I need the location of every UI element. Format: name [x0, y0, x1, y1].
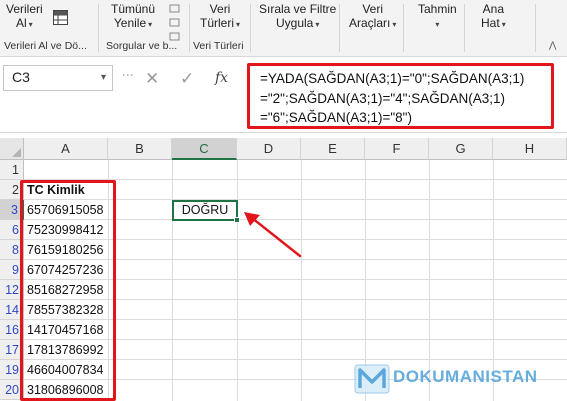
row-header[interactable]: 19: [0, 360, 24, 380]
formula-line: =YADA(SAĞDAN(A3;1)="0";SAĞDAN(A3;1): [260, 71, 525, 86]
collapse-ribbon-icon[interactable]: ⋀: [549, 40, 556, 51]
table-cell[interactable]: 31806896008: [27, 380, 107, 400]
row-header[interactable]: 2: [0, 180, 24, 200]
ribbon-group-forecast: Tahmin ▾: [404, 0, 464, 57]
row-header[interactable]: 16: [0, 320, 24, 340]
row-header[interactable]: 20: [0, 380, 24, 400]
cell-a2-header[interactable]: TC Kimlik: [27, 180, 107, 200]
ribbon-group-data-types: Veri Türleri ▾ Veri Türleri: [190, 0, 250, 57]
forecast-button[interactable]: Tahmin ▾: [418, 2, 457, 30]
chevron-down-icon: ▾: [28, 20, 33, 29]
formula-line: ="6";SAĞDAN(A3;1)="8"): [260, 110, 412, 125]
sort-filter-label: Sırala ve Filtre: [259, 2, 337, 16]
get-data-button[interactable]: Verileri Al ▾: [6, 2, 43, 30]
table-cell[interactable]: 85168272958: [27, 280, 107, 300]
column-header-c[interactable]: C: [172, 138, 237, 160]
refresh-all-sub: Yenile: [113, 16, 147, 30]
table-cell[interactable]: 46604007834: [27, 360, 107, 380]
row-header[interactable]: 6: [0, 220, 24, 240]
ribbon-separator: [535, 4, 536, 52]
data-types-button[interactable]: Veri Türleri ▾: [200, 2, 240, 30]
column-header-b[interactable]: B: [108, 138, 172, 160]
ribbon-group-queries: Tümünü Yenile ▾ Sorgular ve b...: [99, 0, 189, 57]
ribbon-group-outline: Ana Hat ▾: [465, 0, 535, 57]
annotation-arrow-icon: [244, 212, 302, 258]
gridline: [301, 160, 302, 401]
query-small-icons: [169, 4, 180, 41]
cell-a3[interactable]: 65706915058: [27, 200, 107, 220]
name-box-value: C3: [12, 69, 30, 85]
formula-bar: C3 ▾ ⋮ ✕ ✓ fx =YADA(SAĞDAN(A3;1)="0";SAĞ…: [0, 57, 567, 133]
row-header[interactable]: 3: [0, 200, 24, 220]
data-tools-sub: Araçları: [349, 16, 391, 30]
table-cell[interactable]: 14170457168: [27, 320, 107, 340]
drag-handle-icon[interactable]: ⋮: [121, 69, 135, 80]
refresh-all-label: Tümünü: [111, 2, 156, 16]
formula-line: ="2";SAĞDAN(A3;1)="4";SAĞDAN(A3;1): [260, 90, 506, 106]
refresh-all-button[interactable]: Tümünü Yenile ▾: [111, 2, 155, 30]
column-header-e[interactable]: E: [301, 138, 365, 160]
group-title-data-types: Veri Türleri: [193, 40, 244, 52]
data-tools-button[interactable]: Veri Araçları ▾: [349, 2, 396, 30]
row-header[interactable]: 8: [0, 240, 24, 260]
outline-button[interactable]: Ana Hat ▾: [481, 2, 506, 30]
enter-icon[interactable]: ✓: [180, 69, 194, 89]
column-header-d[interactable]: D: [237, 138, 301, 160]
cancel-icon[interactable]: ✕: [145, 69, 159, 89]
get-data-sub: Al: [16, 16, 27, 30]
watermark-logo: DOKUMANISTAN: [352, 361, 566, 397]
table-cell[interactable]: 76159180256: [27, 240, 107, 260]
group-title-get-data: Verileri Al ve Dö...: [4, 40, 87, 52]
name-box[interactable]: C3 ▾: [3, 65, 113, 91]
table-icon[interactable]: [53, 10, 68, 25]
gridline: [108, 160, 109, 401]
chevron-down-icon: ▾: [501, 20, 506, 29]
active-cell-c3[interactable]: DOĞRU: [172, 200, 238, 221]
column-header-h[interactable]: H: [493, 138, 567, 160]
row-header[interactable]: 14: [0, 300, 24, 320]
table-cell[interactable]: 17813786992: [27, 340, 107, 360]
row-header[interactable]: 12: [0, 280, 24, 300]
group-title-queries: Sorgular ve b...: [106, 40, 178, 52]
data-types-label: Veri: [209, 2, 231, 16]
table-cell[interactable]: 78557382328: [27, 300, 107, 320]
chevron-down-icon: ▾: [148, 20, 153, 29]
chevron-down-icon: ▾: [236, 20, 241, 29]
table-cell[interactable]: 75230998412: [27, 220, 107, 240]
get-data-label: Verileri: [6, 2, 43, 16]
dokumanistan-logo-icon: [354, 364, 390, 394]
insert-function-icon[interactable]: fx: [215, 70, 228, 86]
cell-a1[interactable]: [27, 160, 107, 180]
data-tools-label: Veri: [362, 2, 384, 16]
watermark-text: DOKUMANISTAN: [393, 367, 538, 386]
select-all-corner[interactable]: [0, 138, 24, 160]
ribbon-group-get-data: Verileri Al ▾ Verileri Al ve Dö...: [0, 0, 98, 57]
sort-filter-sub: Uygula: [275, 16, 314, 30]
chevron-down-icon[interactable]: ▾: [101, 72, 106, 83]
select-all-triangle-icon: [12, 148, 21, 157]
data-types-sub: Türleri: [200, 16, 235, 30]
sort-filter-button[interactable]: Sırala ve Filtre Uygula ▾: [259, 2, 336, 30]
row-header[interactable]: 1: [0, 160, 24, 180]
ribbon-group-data-tools: Veri Araçları ▾: [340, 0, 403, 57]
column-header-g[interactable]: G: [429, 138, 493, 160]
forecast-label: Tahmin: [418, 2, 457, 16]
outline-sub: Hat: [481, 16, 500, 30]
gridline: [172, 160, 173, 401]
ribbon: Verileri Al ▾ Verileri Al ve Dö... Tümünü…: [0, 0, 567, 57]
ribbon-group-sort-filter: Sırala ve Filtre Uygula ▾: [251, 0, 339, 57]
gridline: [237, 160, 238, 401]
formula-input[interactable]: =YADA(SAĞDAN(A3;1)="0";SAĞDAN(A3;1) ="2"…: [247, 63, 554, 129]
chevron-down-icon: ▾: [392, 20, 397, 29]
chevron-down-icon: ▾: [435, 20, 440, 29]
column-header-f[interactable]: F: [365, 138, 429, 160]
outline-label: Ana: [482, 2, 505, 16]
table-cell[interactable]: 67074257236: [27, 260, 107, 280]
row-header[interactable]: 9: [0, 260, 24, 280]
column-header-a[interactable]: A: [24, 138, 108, 160]
row-header[interactable]: 17: [0, 340, 24, 360]
chevron-down-icon: ▾: [315, 20, 320, 29]
